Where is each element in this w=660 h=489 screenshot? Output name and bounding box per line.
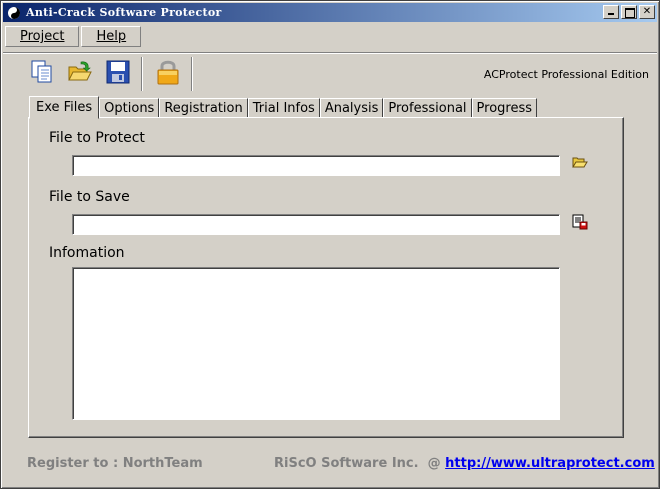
company-label: RiScO Software Inc. @ [274, 456, 446, 471]
save-file-icon [572, 214, 588, 234]
protect-button[interactable] [153, 59, 183, 89]
information-textarea[interactable] [72, 267, 560, 420]
open-button[interactable] [65, 59, 95, 89]
save-button[interactable] [103, 59, 133, 89]
tab-professional[interactable]: Professional [383, 98, 472, 118]
file-to-save-input[interactable] [72, 214, 560, 235]
website-link[interactable]: http://www.ultraprotect.com [445, 456, 655, 471]
minimize-button[interactable] [603, 5, 619, 19]
tab-trial-infos[interactable]: Trial Infos [247, 98, 320, 118]
tab-strip: Exe Files Options Registration Trial Inf… [29, 96, 538, 119]
tab-registration[interactable]: Registration [159, 98, 248, 118]
file-to-protect-label: File to Protect [49, 130, 145, 146]
copy-icon [30, 59, 54, 89]
file-to-protect-input[interactable] [72, 155, 560, 176]
tab-analysis[interactable]: Analysis [319, 98, 384, 118]
open-folder-icon [572, 155, 588, 173]
tab-exe-files[interactable]: Exe Files [29, 96, 100, 119]
register-info: Register to : NorthTeam [27, 456, 203, 471]
browse-protect-button[interactable] [571, 156, 589, 172]
file-to-save-label: File to Save [49, 189, 130, 205]
menu-project-label: Project [20, 29, 65, 44]
menu-divider [3, 52, 657, 54]
toolbar [27, 57, 203, 91]
menu-project[interactable]: Project [5, 26, 80, 47]
app-icon [6, 5, 22, 21]
information-label: Infomation [49, 245, 125, 261]
toolbar-separator-2 [191, 57, 193, 91]
tab-progress[interactable]: Progress [471, 98, 538, 118]
title-bar[interactable]: Anti-Crack Software Protector ✕ [3, 3, 657, 22]
maximize-button[interactable] [621, 5, 637, 19]
company-info: RiScO Software Inc. @ http://www.ultrapr… [274, 456, 655, 471]
save-icon [106, 60, 130, 88]
close-button[interactable]: ✕ [639, 5, 655, 19]
copy-button[interactable] [27, 59, 57, 89]
main-window: Anti-Crack Software Protector ✕ Project … [0, 0, 660, 489]
menu-help-label: Help [96, 29, 127, 44]
edition-label: ACProtect Professional Edition [483, 68, 649, 81]
window-title: Anti-Crack Software Protector [26, 6, 222, 19]
tab-options[interactable]: Options [99, 98, 160, 118]
open-folder-icon [67, 60, 93, 88]
toolbar-separator [141, 57, 143, 91]
lock-icon [155, 58, 181, 90]
menu-bar: Project Help [5, 26, 143, 47]
menu-help[interactable]: Help [81, 26, 142, 47]
window-controls: ✕ [603, 5, 655, 19]
browse-save-button[interactable] [571, 214, 589, 234]
